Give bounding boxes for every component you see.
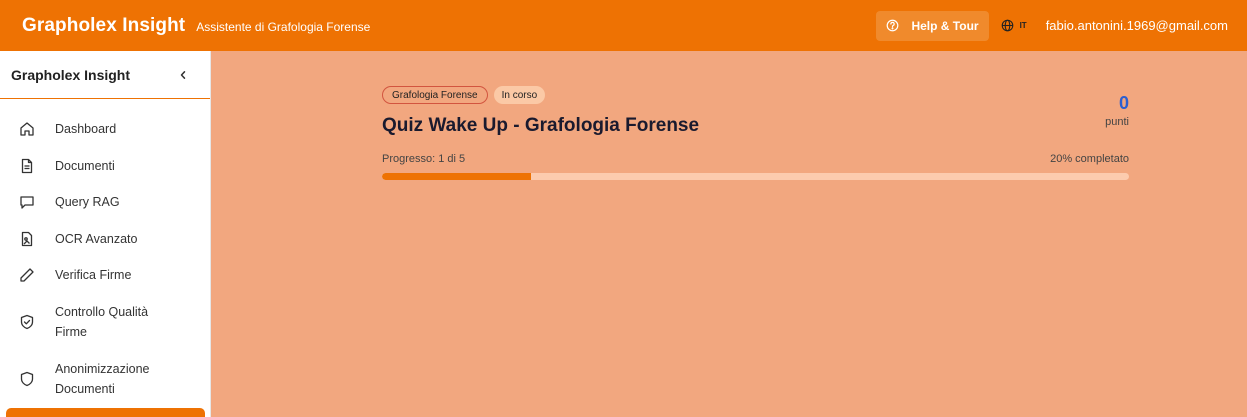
score-label: punti (1105, 116, 1129, 128)
app-tagline: Assistente di Grafologia Forense (196, 19, 371, 34)
sidebar-item-ocr-avanzato[interactable]: OCR Avanzato (0, 229, 210, 249)
sidebar-item-label: Verifica Firme (55, 268, 132, 282)
pen-icon (18, 267, 36, 283)
document-icon (18, 158, 36, 174)
sidebar-item-controllo-qualita-firme[interactable]: Controllo Qualità Firme (0, 302, 210, 342)
sidebar-item-query-rag[interactable]: Query RAG (0, 192, 210, 212)
app-brand[interactable]: Grapholex Insight (22, 15, 185, 37)
sidebar-nav: Dashboard Documenti Query RAG OCR Avanza… (0, 99, 210, 399)
sidebar-header: Grapholex Insight (0, 51, 210, 99)
chat-bubble-icon (18, 194, 36, 210)
progress-percent: 20% completato (1050, 153, 1129, 165)
help-tour-button[interactable]: Help & Tour (876, 10, 989, 41)
quiz-title: Quiz Wake Up - Grafologia Forense (382, 115, 700, 136)
language-code: IT (1019, 21, 1027, 30)
category-badge: Grafologia Forense (382, 86, 488, 104)
shield-check-icon (18, 314, 36, 330)
user-email[interactable]: fabio.antonini.1969@gmail.com (1046, 18, 1228, 33)
sidebar-item-label: Anonimizzazione Documenti (55, 362, 150, 396)
score-value: 0 (1118, 93, 1129, 113)
sidebar-item-label: Documenti (55, 159, 115, 173)
globe-icon (1001, 19, 1014, 32)
shield-icon (18, 371, 36, 387)
sidebar-item-label: Query RAG (55, 195, 120, 209)
question-circle-icon (886, 19, 899, 32)
quiz-badges: Grafologia Forense In corso (382, 86, 546, 104)
sidebar-item-verifica-firme[interactable]: Verifica Firme (0, 265, 210, 285)
sidebar-item-documenti[interactable]: Documenti (0, 156, 210, 176)
home-icon (18, 121, 36, 137)
main-content: Grafologia Forense In corso Quiz Wake Up… (211, 51, 1247, 417)
sidebar-item-label: OCR Avanzato (55, 232, 138, 246)
sidebar-item-label: Controllo Qualità Firme (55, 305, 149, 339)
progress-text: Progresso: 1 di 5 (382, 153, 466, 165)
top-bar: Grapholex Insight Assistente di Grafolog… (0, 0, 1247, 51)
score-display: 0 punti (1105, 93, 1129, 128)
sidebar: Grapholex Insight Dashboard Documenti Qu… (0, 51, 211, 417)
status-badge: In corso (493, 86, 546, 104)
sidebar-item-label: Dashboard (55, 122, 117, 136)
help-tour-label: Help & Tour (911, 18, 979, 33)
sidebar-item-dashboard[interactable]: Dashboard (0, 119, 210, 139)
sidebar-title: Grapholex Insight (11, 66, 131, 83)
scan-image-icon (18, 231, 36, 247)
language-selector[interactable]: IT (1001, 19, 1027, 32)
chevron-left-icon[interactable] (178, 70, 188, 80)
progress-bar-fill (382, 173, 532, 180)
progress-bar (382, 173, 1129, 180)
sidebar-item-anonimizzazione-documenti[interactable]: Anonimizzazione Documenti (0, 359, 210, 399)
sidebar-item-active-partial[interactable] (6, 408, 205, 417)
